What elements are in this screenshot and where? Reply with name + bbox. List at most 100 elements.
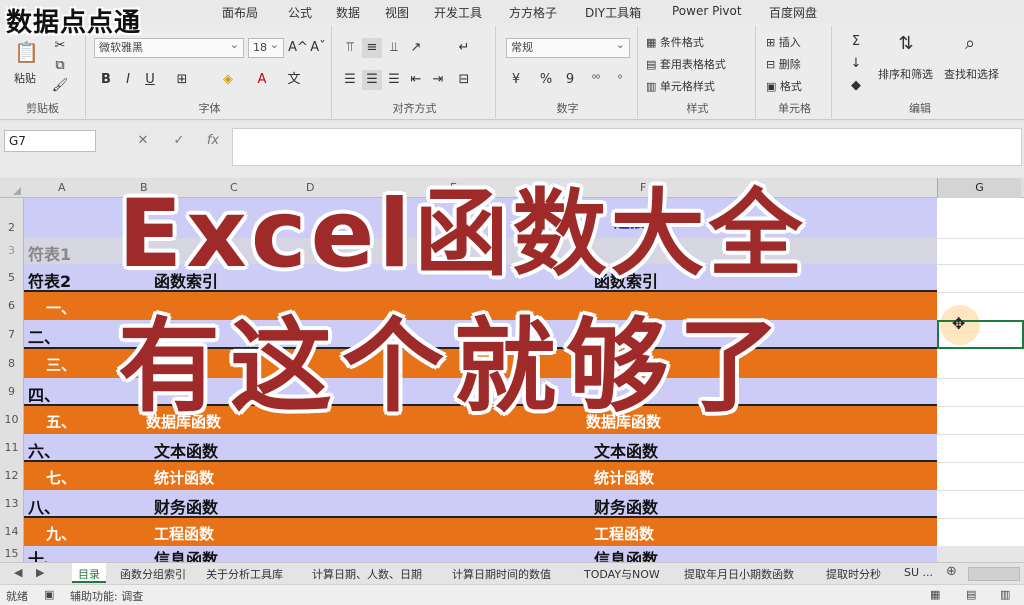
align-bottom-icon[interactable]: ⫫ (384, 38, 404, 58)
row-header-11[interactable]: 11 (0, 434, 24, 462)
insert-function-icon[interactable]: fx (202, 130, 224, 152)
sheet-tab[interactable]: 提取年月日小期数函数 (684, 566, 794, 582)
sheet-tab[interactable]: TODAY与NOW (584, 566, 660, 582)
table-cell[interactable]: 统计函数 (154, 467, 214, 488)
selected-cell-g7[interactable] (937, 320, 1024, 349)
row-header-8[interactable]: 8 (0, 349, 24, 378)
column-header-g[interactable]: G (937, 178, 1021, 198)
row-header-10[interactable]: 10 (0, 406, 24, 434)
row-header-9[interactable]: 9 (0, 378, 24, 406)
column-g-cells[interactable] (937, 198, 1024, 546)
tab-formulas[interactable]: 公式 (288, 4, 312, 21)
find-select-icon[interactable]: ⌕ (960, 34, 980, 54)
horizontal-scrollbar[interactable] (968, 567, 1020, 581)
name-box[interactable]: G7 (4, 130, 96, 152)
row-header-14[interactable]: 14 (0, 518, 24, 546)
copy-icon[interactable]: ⧉ (50, 56, 70, 76)
paste-icon[interactable]: 📋 (14, 42, 39, 62)
row-header-3[interactable]: 3 (0, 238, 24, 264)
font-name-dropdown[interactable]: 微软雅黑 (94, 36, 244, 58)
tab-data[interactable]: 数据 (336, 4, 360, 21)
row-header-15[interactable]: 15 (0, 546, 24, 562)
merge-center-icon[interactable]: ⊟ (454, 70, 474, 90)
fill-icon[interactable]: ↓ (846, 54, 866, 74)
table-cell[interactable]: 工程函数 (154, 523, 214, 544)
fill-color-icon[interactable]: ◈ (218, 70, 238, 90)
tab-view[interactable]: 视图 (385, 4, 409, 21)
tab-diy-toolbox[interactable]: DIY工具箱 (585, 4, 641, 21)
table-cell[interactable]: 文本函数 (594, 438, 658, 462)
paste-button[interactable]: 粘贴 (14, 70, 36, 86)
format-as-table-button[interactable]: ▤ 套用表格格式 (646, 56, 726, 72)
table-cell[interactable]: 信息函数 (594, 546, 658, 562)
row-header-2[interactable]: 2 (0, 198, 24, 238)
decrease-indent-icon[interactable]: ⇤ (406, 70, 426, 90)
table-cell[interactable]: 统计函数 (594, 467, 654, 488)
row-header-13[interactable]: 13 (0, 490, 24, 518)
row-header-6[interactable]: 6 (0, 292, 24, 320)
border-icon[interactable]: ⊞ (172, 70, 192, 90)
select-all-corner[interactable] (0, 178, 24, 198)
tab-fangfang[interactable]: 方方格子 (509, 4, 557, 21)
tab-page-layout[interactable]: 面布局 (222, 4, 258, 21)
format-painter-icon[interactable]: 🖌 (50, 76, 70, 96)
format-button[interactable]: ▣ 格式 (766, 78, 802, 94)
table-cell[interactable]: 文本函数 (154, 438, 218, 462)
align-top-icon[interactable]: ⫪ (340, 38, 360, 58)
tab-power-pivot[interactable]: Power Pivot (672, 4, 742, 18)
clear-icon[interactable]: ◆ (846, 76, 866, 96)
sheet-tab[interactable]: 计算日期时间的数值 (452, 566, 551, 582)
next-sheet-icon[interactable]: ▶ (36, 566, 44, 579)
tab-baidu-pan[interactable]: 百度网盘 (769, 4, 817, 21)
align-center-icon[interactable]: ☰ (362, 70, 382, 90)
accessibility-status[interactable]: 辅助功能: 调查 (70, 588, 143, 604)
sheet-tab[interactable]: 提取时分秒 (826, 566, 881, 582)
currency-icon[interactable]: ¥ (506, 70, 526, 90)
decrease-decimal-icon[interactable]: ⁰ (610, 70, 630, 90)
sheet-tab[interactable]: 计算日期、人数、日期 (312, 566, 422, 582)
add-sheet-icon[interactable]: ⊕ (946, 564, 957, 579)
sheet-tab[interactable]: 关于分析工具库 (206, 566, 283, 582)
page-break-view-icon[interactable]: ▥ (1000, 588, 1010, 601)
insert-button[interactable]: ⊞ 插入 (766, 34, 801, 50)
sheet-tab-index[interactable]: 目录 (72, 563, 106, 583)
column-header-a[interactable]: A (58, 181, 66, 194)
font-color-icon[interactable]: A (252, 70, 272, 90)
increase-decimal-icon[interactable]: ⁰⁰ (586, 70, 606, 90)
table-cell[interactable]: 财务函数 (154, 494, 218, 518)
tab-developer[interactable]: 开发工具 (434, 4, 482, 21)
grow-font-icon[interactable]: A^ (288, 38, 308, 58)
conditional-format-button[interactable]: ▦ 条件格式 (646, 34, 704, 50)
enter-icon[interactable]: ✓ (168, 130, 190, 152)
sort-filter-icon[interactable]: ⇅ (896, 34, 916, 54)
cell-styles-button[interactable]: ▥ 单元格样式 (646, 78, 715, 94)
prev-sheet-icon[interactable]: ◀ (14, 566, 22, 579)
shrink-font-icon[interactable]: Aˇ (308, 38, 328, 58)
align-right-icon[interactable]: ☰ (384, 70, 404, 90)
align-left-icon[interactable]: ☰ (340, 70, 360, 90)
autosum-icon[interactable]: Σ (846, 32, 866, 52)
delete-button[interactable]: ⊟ 删除 (766, 56, 801, 72)
orientation-icon[interactable]: ↗ (406, 38, 426, 58)
cancel-icon[interactable]: ✕ (132, 130, 154, 152)
find-select-button[interactable]: 查找和选择 (944, 66, 999, 82)
comma-button[interactable]: 9 (560, 70, 580, 90)
normal-view-icon[interactable]: ▦ (930, 588, 940, 601)
sheet-tab[interactable]: SU ... (904, 566, 933, 579)
percent-button[interactable]: % (536, 70, 556, 90)
table-cell[interactable]: 信息函数 (154, 546, 218, 562)
row-header-7[interactable]: 7 (0, 320, 24, 349)
macro-record-icon[interactable]: ▣ (44, 588, 54, 601)
row-header-5[interactable]: 5 (0, 264, 24, 292)
table-cell[interactable]: 财务函数 (594, 494, 658, 518)
sort-filter-button[interactable]: 排序和筛选 (878, 66, 933, 82)
font-size-dropdown[interactable]: 18 (248, 36, 284, 58)
row-header-12[interactable]: 12 (0, 462, 24, 490)
table-cell[interactable]: 工程函数 (594, 523, 654, 544)
phonetic-icon[interactable]: 文 (284, 70, 304, 90)
bold-button[interactable]: B (96, 70, 116, 90)
cut-icon[interactable]: ✂ (50, 36, 70, 56)
page-layout-view-icon[interactable]: ▤ (966, 588, 976, 601)
wrap-text-icon[interactable]: ↵ (454, 38, 474, 58)
underline-button[interactable]: U (140, 70, 160, 90)
